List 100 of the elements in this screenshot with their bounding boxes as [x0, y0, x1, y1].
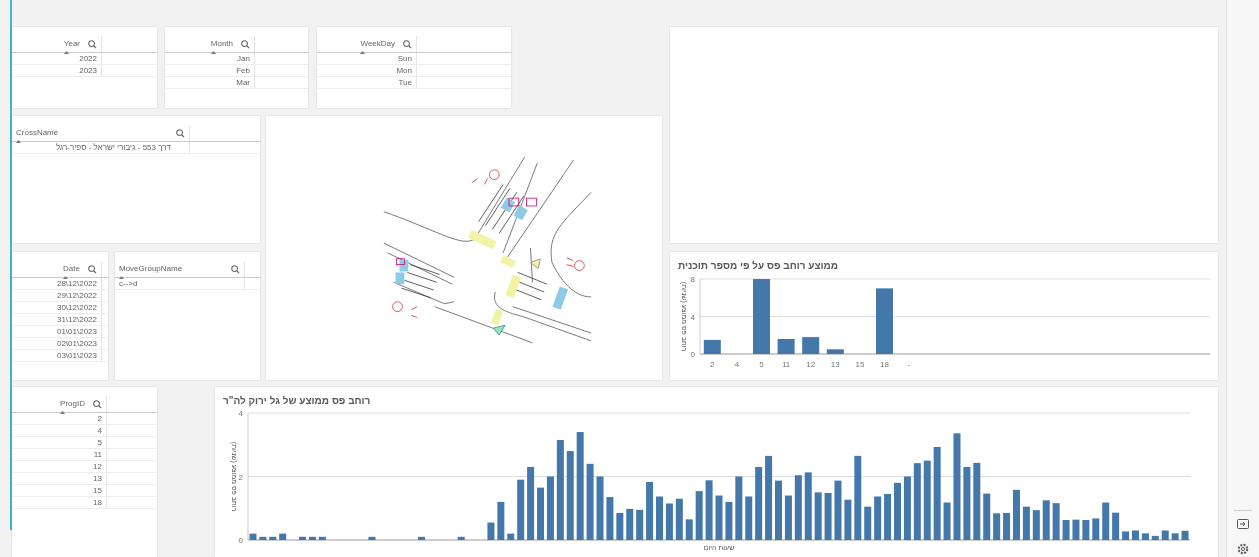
bar [794, 475, 802, 540]
bar [1171, 533, 1179, 540]
bar [1181, 530, 1189, 540]
bar [705, 480, 713, 540]
column-header[interactable]: Date [63, 264, 80, 273]
list-item[interactable]: 02\01\2023 [12, 338, 102, 349]
bar [606, 497, 614, 540]
list-item[interactable]: Tue [317, 77, 417, 88]
bar [656, 496, 663, 540]
list-item[interactable]: 18 [12, 497, 107, 508]
bar [775, 480, 782, 540]
bar [777, 339, 795, 354]
column-header[interactable]: MoveGroupName [119, 264, 183, 273]
column-header[interactable]: Year [63, 39, 80, 48]
axis-tick-label: 0 [690, 350, 695, 359]
category-label: 13 [830, 360, 840, 369]
list-item[interactable]: 15 [12, 485, 107, 496]
list-item[interactable]: Jan [165, 53, 255, 64]
bar [537, 487, 544, 540]
bar [249, 533, 257, 540]
bar [1032, 510, 1040, 540]
list-item[interactable]: 28\12\2022 [12, 278, 102, 289]
axis-tick-label: 0 [238, 536, 243, 545]
list-item[interactable]: 11 [12, 449, 107, 460]
category-label: 5 [759, 360, 764, 369]
bar [903, 476, 911, 540]
bar [507, 533, 515, 540]
bar [844, 499, 852, 540]
column-header[interactable]: CrossName [16, 128, 59, 137]
list-item[interactable]: Sun [317, 53, 417, 64]
list-item[interactable]: 5 [12, 437, 107, 448]
list-item[interactable]: 01\01\2023 [12, 326, 102, 337]
category-label: 2 [710, 360, 715, 369]
search-icon[interactable] [93, 399, 102, 409]
category-label: 11 [781, 360, 791, 369]
search-icon[interactable] [88, 39, 97, 49]
bar [1022, 506, 1030, 540]
bar [546, 476, 554, 540]
bar [646, 481, 654, 540]
bar [318, 536, 326, 540]
list-item[interactable]: 12 [12, 461, 107, 472]
bar [259, 536, 267, 540]
list-item[interactable]: 29\12\2022 [12, 290, 102, 301]
list-item[interactable]: 2023 [12, 65, 102, 76]
category-label: 15 [855, 360, 865, 369]
bar [457, 536, 465, 540]
list-item[interactable]: 4 [12, 425, 107, 436]
bar [1102, 502, 1110, 540]
bar [1042, 500, 1050, 540]
search-icon[interactable] [403, 39, 412, 49]
list-item[interactable]: Feb [165, 65, 255, 76]
search-icon[interactable] [231, 264, 240, 274]
column-header[interactable]: WeekDay [360, 39, 395, 48]
search-icon[interactable] [88, 264, 97, 274]
bar [1082, 520, 1090, 540]
search-icon[interactable] [176, 128, 185, 138]
bar [826, 349, 844, 354]
list-item[interactable]: 31\12\2022 [12, 314, 102, 325]
bar [725, 501, 733, 540]
exit-panel-icon[interactable] [1237, 519, 1249, 529]
sort-ascending-icon [360, 51, 366, 54]
list-item[interactable]: 03\01\2023 [12, 350, 102, 361]
column-header[interactable]: Month [210, 39, 233, 48]
bar [802, 337, 820, 354]
bar [1151, 535, 1159, 540]
bar [804, 472, 812, 540]
bar [368, 536, 376, 540]
bar [884, 493, 892, 540]
bar [894, 482, 901, 540]
bar [1072, 519, 1080, 540]
list-item[interactable]: Mon [317, 65, 417, 76]
chart-title: ממוצע רוחב פס על פי מספר תוכנית [678, 259, 839, 272]
bar [487, 522, 495, 540]
list-item[interactable]: דרך 553 - גיבורי ישראל - ספיר-רגל [12, 142, 190, 153]
category-label: 18 [880, 360, 889, 369]
bar [864, 506, 872, 540]
bar [636, 509, 644, 540]
bar [665, 503, 673, 540]
list-item[interactable]: 2 [12, 413, 107, 424]
column-header[interactable]: ProgID [60, 399, 85, 408]
sort-ascending-icon [210, 51, 216, 54]
category-label: - [907, 360, 911, 369]
list-item[interactable]: 30\12\2022 [12, 302, 102, 313]
bar [876, 288, 893, 354]
bar [745, 496, 753, 540]
sort-ascending-icon [16, 140, 21, 143]
bar [735, 476, 743, 540]
list-item[interactable]: Mar [165, 77, 255, 88]
bar [824, 493, 832, 540]
list-item[interactable]: 13 [12, 473, 107, 484]
axis-tick-label: 2 [238, 472, 243, 482]
bar [279, 533, 287, 540]
list-item[interactable]: c-->d [115, 278, 245, 289]
bar [1161, 530, 1169, 540]
sort-ascending-icon [60, 411, 66, 414]
list-item[interactable]: 2022 [12, 53, 102, 64]
bar [943, 502, 951, 540]
category-label: 4 [734, 360, 740, 369]
settings-icon[interactable] [1237, 543, 1249, 555]
search-icon[interactable] [241, 39, 250, 49]
